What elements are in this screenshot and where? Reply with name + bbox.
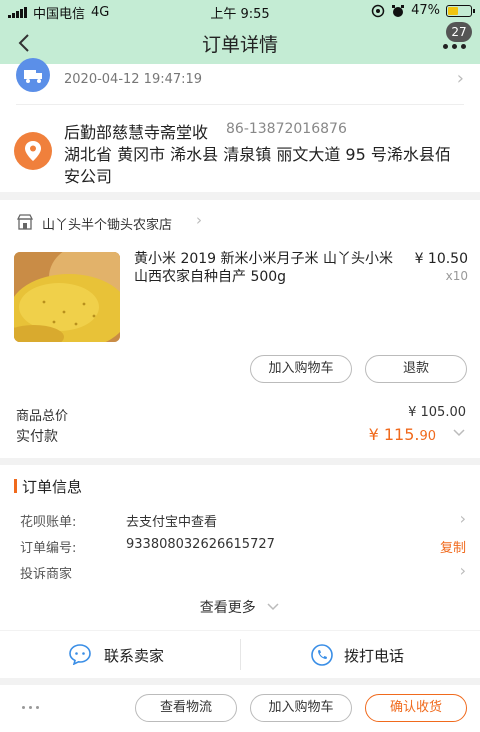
phone-icon [311,644,333,666]
chevron-right-icon: › [459,561,466,580]
contact-bar: 联系卖家 拨打电话 [0,631,480,678]
product-title[interactable]: 黄小米 2019 新米小米月子米 山丫头小米山西农家自种自产 500g [134,250,396,286]
row-value: 去支付宝中查看 [126,515,218,530]
footer-action-bar: 查看物流 加入购物车 确认收货 [0,685,480,732]
paid-amount-main: ¥ 115. [368,425,420,444]
more-actions-icon[interactable] [22,706,39,709]
order-number: 933808032626615727 [126,537,275,552]
shop-name[interactable]: 山丫头半个锄头农家店 [42,214,172,233]
delivery-address: 湖北省 黄冈市 浠水县 清泉镇 丽文大道 95 号浠水县佰安公司 [64,145,451,186]
huabei-bill-row[interactable]: 花呗账单: 去支付宝中查看 › [20,509,466,531]
page-title: 订单详情 [201,34,278,56]
view-logistics-button[interactable]: 查看物流 [135,694,237,722]
address-card: 后勤部慈慧寺斋堂收 86-13872016876 湖北省 黄冈市 浠水县 清泉镇… [0,104,480,192]
truck-icon [16,58,50,92]
chevron-right-icon: › [196,211,202,229]
chevron-down-icon[interactable] [452,428,466,438]
product-image[interactable] [14,252,120,342]
row-key: 投诉商家 [20,567,73,582]
confirm-receipt-button[interactable]: 确认收货 [365,694,467,722]
copy-button[interactable]: 复制 [440,537,466,556]
recipient-name: 后勤部慈慧寺斋堂收 [64,123,209,142]
paid-amount-label: 实付款 [16,429,58,445]
product-quantity: x10 [445,269,468,283]
contact-seller-button[interactable]: 联系卖家 [0,631,240,678]
location-pin-icon [14,132,52,170]
row-key: 订单编号: [20,541,77,556]
call-phone-label: 拨打电话 [344,647,405,665]
product-card: 山丫头半个锄头农家店 › 黄小米 2019 新米小米月子米 山丫头小米山西农家自… [0,200,480,458]
refund-button[interactable]: 退款 [365,355,467,383]
chevron-right-icon: › [459,509,466,528]
logistics-card[interactable]: 2020-04-12 19:47:19 › [0,58,480,104]
call-phone-button[interactable]: 拨打电话 [240,631,480,678]
order-number-row: 订单编号: 933808032626615727 复制 [20,537,466,557]
recipient-phone: 86-13872016876 [226,121,347,137]
battery-icon [446,4,475,17]
footer-add-to-cart-button[interactable]: 加入购物车 [250,694,352,722]
logistics-time: 2020-04-12 19:47:19 [64,72,203,87]
rotation-lock-icon [371,4,385,17]
chevron-down-icon [267,603,279,611]
section-accent-bar [14,479,17,493]
chat-bubble-icon [69,644,91,665]
paid-amount-value: ¥ 115.90 [369,425,436,444]
view-more-label: 查看更多 [199,600,256,616]
view-more-button[interactable]: 查看更多 [0,597,480,617]
nav-bar: 订单详情 27 [0,22,480,64]
status-bar: 中国电信 4G 上午 9:55 47% [0,0,480,22]
contact-seller-label: 联系卖家 [104,647,165,665]
more-dots-icon [443,44,466,49]
battery-percent: 47% [411,3,440,18]
message-count-badge: 27 [446,22,472,42]
divider [16,104,464,105]
chevron-right-icon: › [456,68,464,89]
total-price-label: 商品总价 [16,409,69,424]
order-info-title: 订单信息 [22,478,83,496]
alarm-icon [392,4,405,17]
total-price-value: ¥ 105.00 [408,405,466,420]
complain-seller-row[interactable]: 投诉商家 › [20,561,466,583]
status-right: 47% [371,3,475,18]
row-key: 花呗账单: [20,515,77,530]
paid-amount-cents: 90 [419,429,436,444]
add-to-cart-button[interactable]: 加入购物车 [250,355,352,383]
product-price: ¥ 10.50 [414,251,468,267]
store-icon [16,214,34,230]
order-info-card: 订单信息 花呗账单: 去支付宝中查看 › 订单编号: 9338080326266… [0,465,480,630]
